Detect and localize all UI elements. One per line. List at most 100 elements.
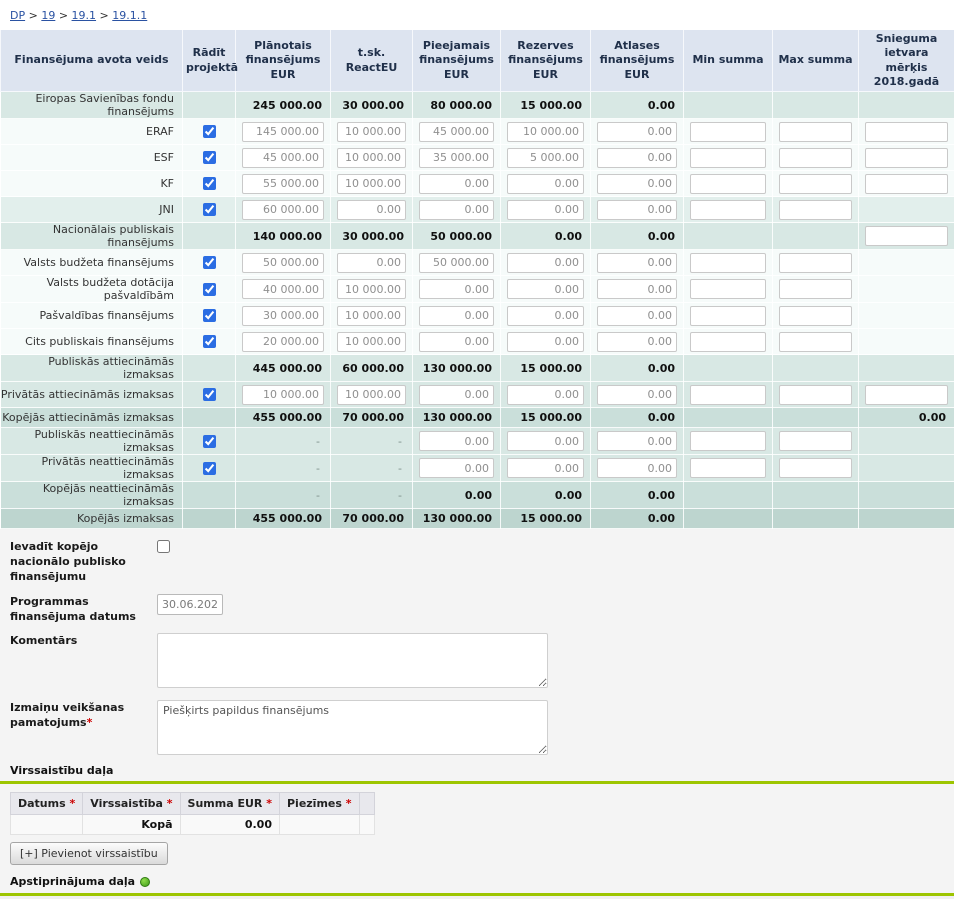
breadcrumb-link[interactable]: 19 [41, 9, 55, 22]
amount-input[interactable] [779, 253, 852, 273]
amount-input[interactable] [597, 253, 677, 273]
amount-input[interactable] [690, 431, 766, 451]
amount-input[interactable] [337, 148, 406, 168]
show-in-project-checkbox[interactable] [203, 125, 216, 138]
amount-input[interactable] [507, 458, 584, 478]
amount-input[interactable] [242, 332, 324, 352]
amount-input[interactable] [242, 385, 324, 405]
amount-input[interactable] [242, 174, 324, 194]
amount-input[interactable] [242, 200, 324, 220]
amount-input[interactable] [779, 200, 852, 220]
amount-input[interactable] [779, 332, 852, 352]
amount-input[interactable] [865, 148, 948, 168]
amount-input[interactable] [419, 253, 494, 273]
amount-input[interactable] [690, 385, 766, 405]
amount-input[interactable] [242, 253, 324, 273]
add-virssaistiba-button[interactable]: [+] Pievienot virssaistību [10, 842, 168, 865]
show-in-project-checkbox[interactable] [203, 177, 216, 190]
amount-input[interactable] [419, 200, 494, 220]
amount-input[interactable] [419, 279, 494, 299]
program-date-input[interactable] [157, 594, 223, 615]
amount-input[interactable] [507, 431, 584, 451]
breadcrumb-link[interactable]: 19.1.1 [112, 9, 147, 22]
amount-input[interactable] [507, 306, 584, 326]
amount-input[interactable] [507, 332, 584, 352]
amount-input[interactable] [242, 279, 324, 299]
breadcrumb-link[interactable]: DP [10, 9, 25, 22]
show-in-project-checkbox[interactable] [203, 388, 216, 401]
amount-input[interactable] [597, 122, 677, 142]
show-in-project-checkbox[interactable] [203, 309, 216, 322]
amount-input[interactable] [507, 385, 584, 405]
amount-input[interactable] [337, 253, 406, 273]
show-in-project-checkbox[interactable] [203, 462, 216, 475]
amount-input[interactable] [337, 200, 406, 220]
amount-input[interactable] [419, 306, 494, 326]
show-in-project-checkbox[interactable] [203, 151, 216, 164]
amount-input[interactable] [507, 148, 584, 168]
amount-input[interactable] [690, 122, 766, 142]
amount-cell: 245 000.00 [236, 92, 331, 119]
amount-input[interactable] [690, 458, 766, 478]
checkbox-cell [183, 303, 236, 329]
show-in-project-checkbox[interactable] [203, 335, 216, 348]
amount-input[interactable] [419, 431, 494, 451]
amount-input[interactable] [507, 253, 584, 273]
show-in-project-checkbox[interactable] [203, 203, 216, 216]
amount-input[interactable] [690, 279, 766, 299]
amount-input[interactable] [597, 431, 677, 451]
show-in-project-checkbox[interactable] [203, 256, 216, 269]
amount-input[interactable] [865, 385, 948, 405]
amount-input[interactable] [242, 148, 324, 168]
amount-input[interactable] [779, 279, 852, 299]
breadcrumb-link[interactable]: 19.1 [72, 9, 97, 22]
amount-input[interactable] [337, 122, 406, 142]
amount-input[interactable] [779, 385, 852, 405]
amount-input[interactable] [337, 385, 406, 405]
amount-input[interactable] [865, 226, 948, 246]
amount-input[interactable] [597, 200, 677, 220]
amount-input[interactable] [419, 332, 494, 352]
amount-input[interactable] [865, 122, 948, 142]
amount-input[interactable] [337, 279, 406, 299]
national-total-checkbox[interactable] [157, 540, 170, 553]
amount-input[interactable] [419, 148, 494, 168]
amount-input[interactable] [507, 174, 584, 194]
comment-textarea[interactable] [157, 633, 548, 688]
amount-input[interactable] [337, 332, 406, 352]
amount-input[interactable] [507, 200, 584, 220]
amount-input[interactable] [597, 148, 677, 168]
amount-input[interactable] [337, 306, 406, 326]
amount-input[interactable] [419, 458, 494, 478]
amount-input[interactable] [690, 174, 766, 194]
amount-input[interactable] [779, 148, 852, 168]
amount-input[interactable] [597, 279, 677, 299]
amount-input[interactable] [690, 306, 766, 326]
amount-input[interactable] [779, 431, 852, 451]
reason-textarea[interactable]: Piešķirts papildus finansējums [157, 700, 548, 755]
show-in-project-checkbox[interactable] [203, 435, 216, 448]
amount-input[interactable] [597, 458, 677, 478]
amount-input[interactable] [690, 200, 766, 220]
amount-input[interactable] [779, 306, 852, 326]
amount-input[interactable] [419, 122, 494, 142]
amount-input[interactable] [690, 332, 766, 352]
amount-input[interactable] [690, 148, 766, 168]
amount-input[interactable] [242, 122, 324, 142]
amount-input[interactable] [597, 385, 677, 405]
amount-input[interactable] [419, 174, 494, 194]
amount-input[interactable] [419, 385, 494, 405]
show-in-project-checkbox[interactable] [203, 283, 216, 296]
amount-input[interactable] [779, 174, 852, 194]
amount-input[interactable] [597, 306, 677, 326]
amount-input[interactable] [597, 174, 677, 194]
amount-input[interactable] [779, 458, 852, 478]
amount-input[interactable] [779, 122, 852, 142]
amount-input[interactable] [865, 174, 948, 194]
amount-input[interactable] [242, 306, 324, 326]
amount-input[interactable] [690, 253, 766, 273]
amount-input[interactable] [337, 174, 406, 194]
amount-input[interactable] [507, 122, 584, 142]
amount-input[interactable] [597, 332, 677, 352]
amount-input[interactable] [507, 279, 584, 299]
